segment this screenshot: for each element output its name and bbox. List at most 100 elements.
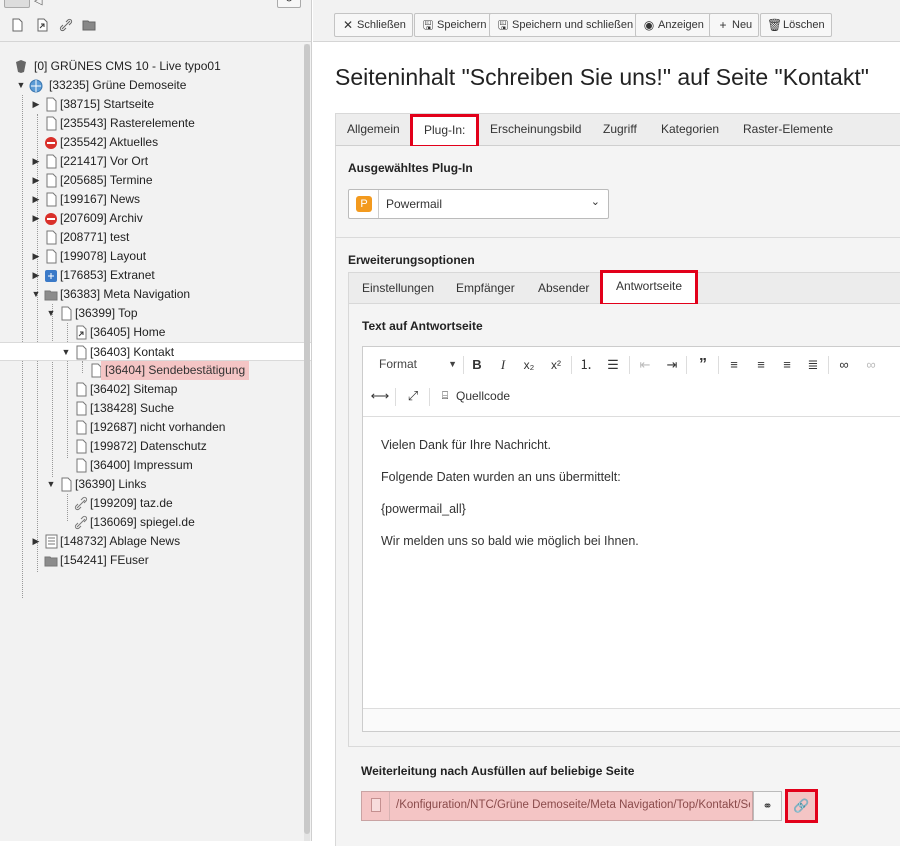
- tree-item-label: [136069] spiegel.de: [90, 515, 195, 529]
- tab-plugin[interactable]: Plug-In:: [410, 114, 480, 148]
- tree-item[interactable]: ▶ [205685] Termine: [0, 171, 311, 190]
- save-button[interactable]: 🖫 Speichern: [414, 13, 494, 37]
- new-page-icon[interactable]: [10, 18, 24, 32]
- expand-icon[interactable]: ▶: [31, 532, 41, 551]
- tree-item[interactable]: [36400] Impressum: [0, 456, 311, 475]
- extension-heading: Erweiterungsoptionen: [348, 253, 475, 267]
- expand-icon[interactable]: ▶: [31, 171, 41, 190]
- numbered-list-icon[interactable]: ⒈: [576, 355, 596, 375]
- tree-item[interactable]: ▶ [38715] Startseite: [0, 95, 311, 114]
- tree-item[interactable]: ▶ [199167] News: [0, 190, 311, 209]
- powermail-icon: P: [349, 190, 379, 218]
- tree-item[interactable]: ▶ [148732] Ablage News: [0, 532, 311, 551]
- tab-einstellungen[interactable]: Einstellungen: [349, 273, 447, 303]
- link-icon[interactable]: [59, 18, 73, 32]
- tree-item[interactable]: [192687] nicht vorhanden: [0, 418, 311, 437]
- align-right-icon[interactable]: ≡: [777, 355, 797, 375]
- new-button[interactable]: + Neu: [709, 13, 760, 37]
- tree-item[interactable]: [138428] Suche: [0, 399, 311, 418]
- tab-kategorien[interactable]: Kategorien: [650, 114, 730, 145]
- tab-raster-elemente[interactable]: Raster-Elemente: [732, 114, 844, 145]
- toolbar-divider: [828, 356, 829, 374]
- tree-item[interactable]: ▼ [36399] Top: [0, 304, 311, 323]
- tree-item[interactable]: [199209] taz.de: [0, 494, 311, 513]
- tree-item[interactable]: [36402] Sitemap: [0, 380, 311, 399]
- outdent-icon[interactable]: ⇤: [635, 355, 655, 375]
- tree-root[interactable]: [0] GRÜNES CMS 10 - Live typo01: [0, 57, 311, 76]
- expand-icon[interactable]: ▶: [31, 266, 41, 285]
- tab-allgemein[interactable]: Allgemein: [336, 114, 411, 145]
- close-button-label: Schließen: [357, 19, 406, 31]
- bold-icon[interactable]: B: [467, 355, 487, 375]
- tree-item[interactable]: ▼ [36403] Kontakt: [0, 342, 311, 362]
- remove-link-button[interactable]: ⚭: [753, 791, 782, 821]
- format-dropdown[interactable]: Format ▼: [369, 353, 457, 375]
- expand-icon[interactable]: ▶: [31, 95, 41, 114]
- tree-item-label: [36390] Links: [75, 477, 147, 491]
- refresh-icon[interactable]: ↻: [277, 0, 301, 8]
- tree-item[interactable]: ▶ [221417] Vor Ort: [0, 152, 311, 171]
- expand-icon[interactable]: ▶: [31, 190, 41, 209]
- editor-paragraph: Wir melden uns so bald wie möglich bei I…: [381, 534, 639, 548]
- tree-item[interactable]: [235543] Rasterelemente: [0, 114, 311, 133]
- toolbar-divider: [463, 356, 464, 374]
- align-left-icon[interactable]: ≡: [724, 355, 744, 375]
- view-button[interactable]: ◉ Anzeigen: [635, 13, 711, 37]
- tree-item[interactable]: ▼ [36383] Meta Navigation: [0, 285, 311, 304]
- tree-item[interactable]: ▼ [36390] Links: [0, 475, 311, 494]
- cut-icon[interactable]: ✂: [895, 355, 900, 375]
- superscript-icon[interactable]: x²: [546, 355, 566, 375]
- expand-icon[interactable]: ▶: [31, 209, 41, 228]
- collapse-icon[interactable]: ▼: [61, 343, 71, 362]
- link-icon[interactable]: ∞: [834, 355, 854, 375]
- tree-item-label: [36400] Impressum: [90, 458, 193, 472]
- source-code-icon[interactable]: ⌸: [435, 386, 455, 406]
- subscript-icon[interactable]: x₂: [519, 355, 539, 375]
- expand-icon[interactable]: ▶: [31, 247, 41, 266]
- new-page-icon[interactable]: [4, 0, 30, 8]
- collapse-icon[interactable]: ▼: [46, 475, 56, 494]
- collapse-icon[interactable]: ▼: [16, 76, 26, 95]
- unlink-icon: ⚭: [762, 799, 773, 813]
- expand-icon[interactable]: ▶: [31, 152, 41, 171]
- align-center-icon[interactable]: ≡: [751, 355, 771, 375]
- folder-icon[interactable]: [82, 18, 96, 32]
- redirect-page-field[interactable]: /Konfiguration/NTC/Grüne Demoseite/Meta …: [361, 791, 753, 821]
- tab-absender[interactable]: Absender: [525, 273, 602, 303]
- tab-erscheinungsbild[interactable]: Erscheinungsbild: [479, 114, 592, 145]
- collapse-icon[interactable]: ▼: [46, 304, 56, 323]
- source-code-button[interactable]: Quellcode: [456, 386, 510, 406]
- save-close-button[interactable]: 🖫 Speichern und schließen: [489, 13, 641, 37]
- indent-icon[interactable]: ⇥: [662, 355, 682, 375]
- site-root-icon: [29, 79, 43, 93]
- fullscreen-icon[interactable]: ⤢: [403, 386, 423, 406]
- tree-item[interactable]: [208771] test: [0, 228, 311, 247]
- bullet-list-icon[interactable]: ☰: [603, 355, 623, 375]
- tree-item[interactable]: ▼ [33235] Grüne Demoseite: [0, 76, 311, 95]
- shortcut-page-icon[interactable]: [35, 18, 49, 32]
- tree-scrollbar[interactable]: [304, 44, 310, 841]
- tab-empfaenger[interactable]: Empfänger: [443, 273, 528, 303]
- justify-icon[interactable]: ≣: [803, 355, 823, 375]
- blockquote-icon[interactable]: ”: [693, 355, 713, 375]
- italic-icon[interactable]: I: [493, 355, 513, 375]
- unlink-icon[interactable]: ∞: [861, 355, 881, 375]
- tree-item[interactable]: ▶ [199078] Layout: [0, 247, 311, 266]
- tree-item[interactable]: [36405] Home: [0, 323, 311, 342]
- tab-antwortseite[interactable]: Antwortseite: [600, 270, 699, 306]
- tree-item[interactable]: ▶ [176853] Extranet: [0, 266, 311, 285]
- tab-zugriff[interactable]: Zugriff: [592, 114, 648, 145]
- collapse-icon[interactable]: ▼: [31, 285, 41, 304]
- horizontal-line-icon[interactable]: ⟷: [370, 386, 390, 406]
- tree-item[interactable]: [199872] Datenschutz: [0, 437, 311, 456]
- tree-item[interactable]: [154241] FEuser: [0, 551, 311, 570]
- plugin-select[interactable]: P Powermail ⌄: [348, 189, 609, 219]
- delete-button[interactable]: 🗑 Löschen: [760, 13, 832, 37]
- tree-item[interactable]: ▶ [207609] Archiv: [0, 209, 311, 228]
- tree-item[interactable]: [136069] spiegel.de: [0, 513, 311, 532]
- tree-item[interactable]: [36404] Sendebestätigung: [0, 361, 311, 380]
- close-button[interactable]: ✕ Schließen: [334, 13, 413, 37]
- back-icon[interactable]: ◁: [34, 0, 42, 7]
- tree-item[interactable]: [235542] Aktuelles: [0, 133, 311, 152]
- link-browser-button[interactable]: 🔗: [785, 789, 818, 823]
